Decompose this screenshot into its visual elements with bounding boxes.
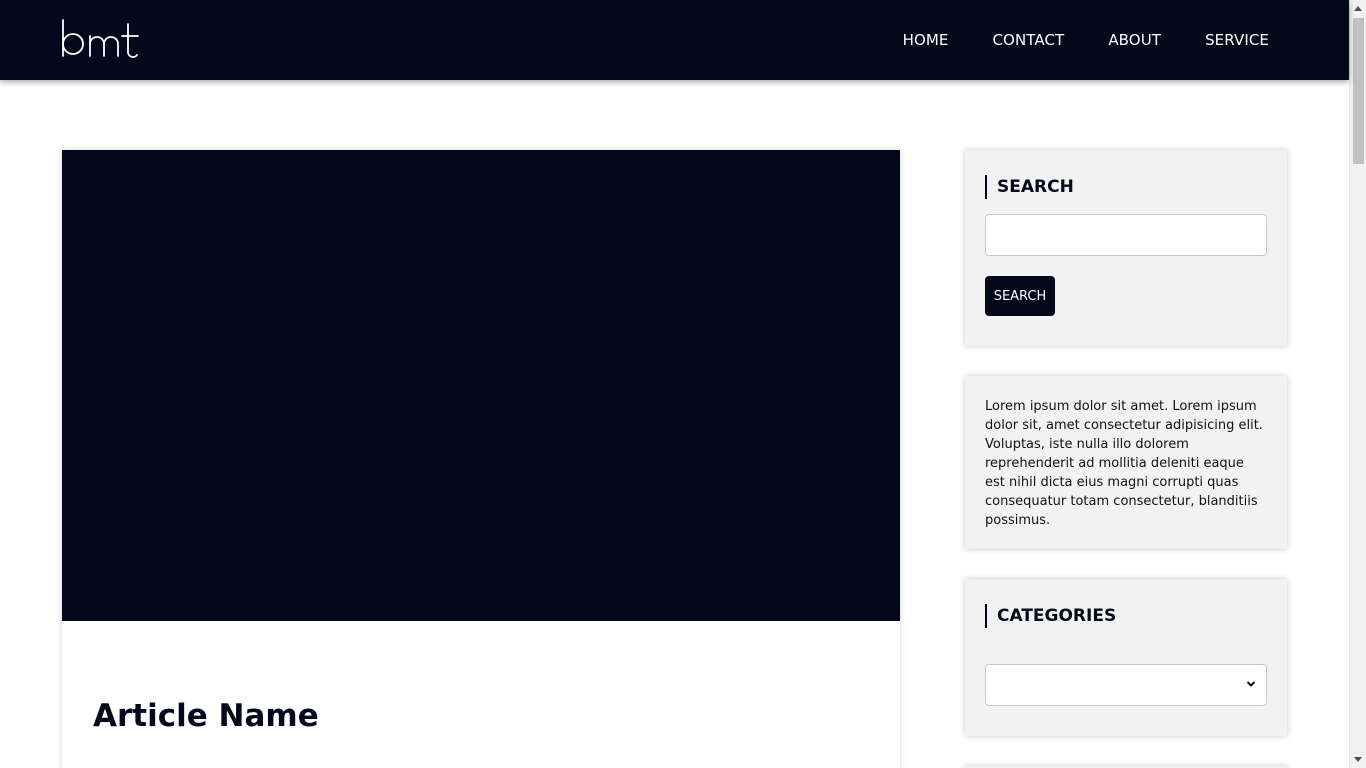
about-widget: Lorem ipsum dolor sit amet. Lorem ipsum … bbox=[965, 376, 1287, 549]
categories-widget: CATEGORIES bbox=[965, 579, 1287, 736]
article-image bbox=[62, 150, 900, 621]
article-title: Article Name bbox=[93, 698, 319, 734]
nav-about[interactable]: ABOUT bbox=[1108, 31, 1161, 49]
about-text: Lorem ipsum dolor sit amet. Lorem ipsum … bbox=[985, 399, 1263, 528]
logo[interactable] bbox=[60, 16, 142, 62]
page-scrollbar[interactable] bbox=[1349, 0, 1366, 768]
search-input[interactable] bbox=[985, 214, 1267, 256]
scroll-up-icon[interactable] bbox=[1354, 6, 1362, 11]
nav-home[interactable]: HOME bbox=[903, 31, 949, 49]
scroll-thumb[interactable] bbox=[1353, 18, 1364, 164]
main-nav: HOME CONTACT ABOUT SERVICE bbox=[859, 0, 1269, 80]
top-navbar: HOME CONTACT ABOUT SERVICE bbox=[0, 0, 1349, 80]
article-card: Article Name bbox=[62, 150, 900, 768]
nav-contact[interactable]: CONTACT bbox=[992, 31, 1064, 49]
nav-service[interactable]: SERVICE bbox=[1205, 31, 1269, 49]
search-heading: SEARCH bbox=[985, 175, 1074, 199]
chevron-down-icon bbox=[1246, 681, 1256, 687]
scroll-down-icon[interactable] bbox=[1354, 757, 1362, 762]
page: HOME CONTACT ABOUT SERVICE Article Name … bbox=[0, 0, 1366, 768]
categories-heading: CATEGORIES bbox=[985, 604, 1116, 628]
search-widget: SEARCH SEARCH bbox=[965, 150, 1287, 346]
bmt-logo-icon bbox=[62, 19, 139, 58]
category-select[interactable] bbox=[985, 664, 1267, 706]
search-button[interactable]: SEARCH bbox=[985, 276, 1055, 316]
